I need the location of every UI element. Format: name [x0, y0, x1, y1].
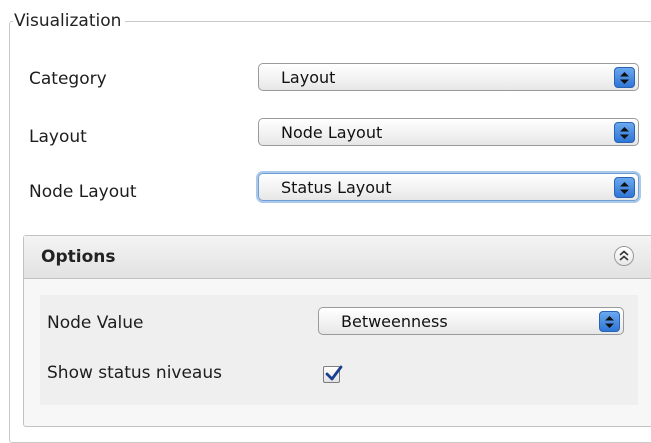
node-layout-select-value: Status Layout: [281, 178, 392, 197]
options-panel: Options Node Value Betweenness Show stat…: [23, 235, 651, 427]
up-down-arrows-icon: [599, 311, 620, 332]
node-layout-select[interactable]: Status Layout: [258, 173, 639, 201]
node-layout-label: Node Layout: [29, 182, 137, 202]
node-value-label: Node Value: [47, 313, 144, 333]
layout-select[interactable]: Node Layout: [258, 118, 639, 146]
up-down-arrows-icon: [614, 67, 635, 88]
checkmark-icon: [325, 365, 343, 381]
options-header[interactable]: Options: [24, 236, 651, 279]
layout-select-value: Node Layout: [281, 123, 383, 142]
up-down-arrows-icon: [614, 122, 635, 143]
double-chevron-up-icon[interactable]: [614, 246, 634, 266]
up-down-arrows-icon: [614, 177, 635, 198]
layout-label: Layout: [29, 127, 87, 147]
category-select-value: Layout: [281, 68, 336, 87]
category-label: Category: [29, 69, 107, 89]
category-select[interactable]: Layout: [258, 63, 639, 91]
options-body: Node Value Betweenness Show status nivea…: [40, 295, 638, 405]
node-value-select-value: Betweenness: [341, 312, 448, 331]
options-title: Options: [41, 247, 116, 267]
show-status-niveaus-checkbox[interactable]: [323, 365, 343, 383]
visualization-group-title: Visualization: [13, 11, 126, 31]
show-status-niveaus-label: Show status niveaus: [47, 363, 222, 383]
node-value-select[interactable]: Betweenness: [318, 307, 624, 335]
